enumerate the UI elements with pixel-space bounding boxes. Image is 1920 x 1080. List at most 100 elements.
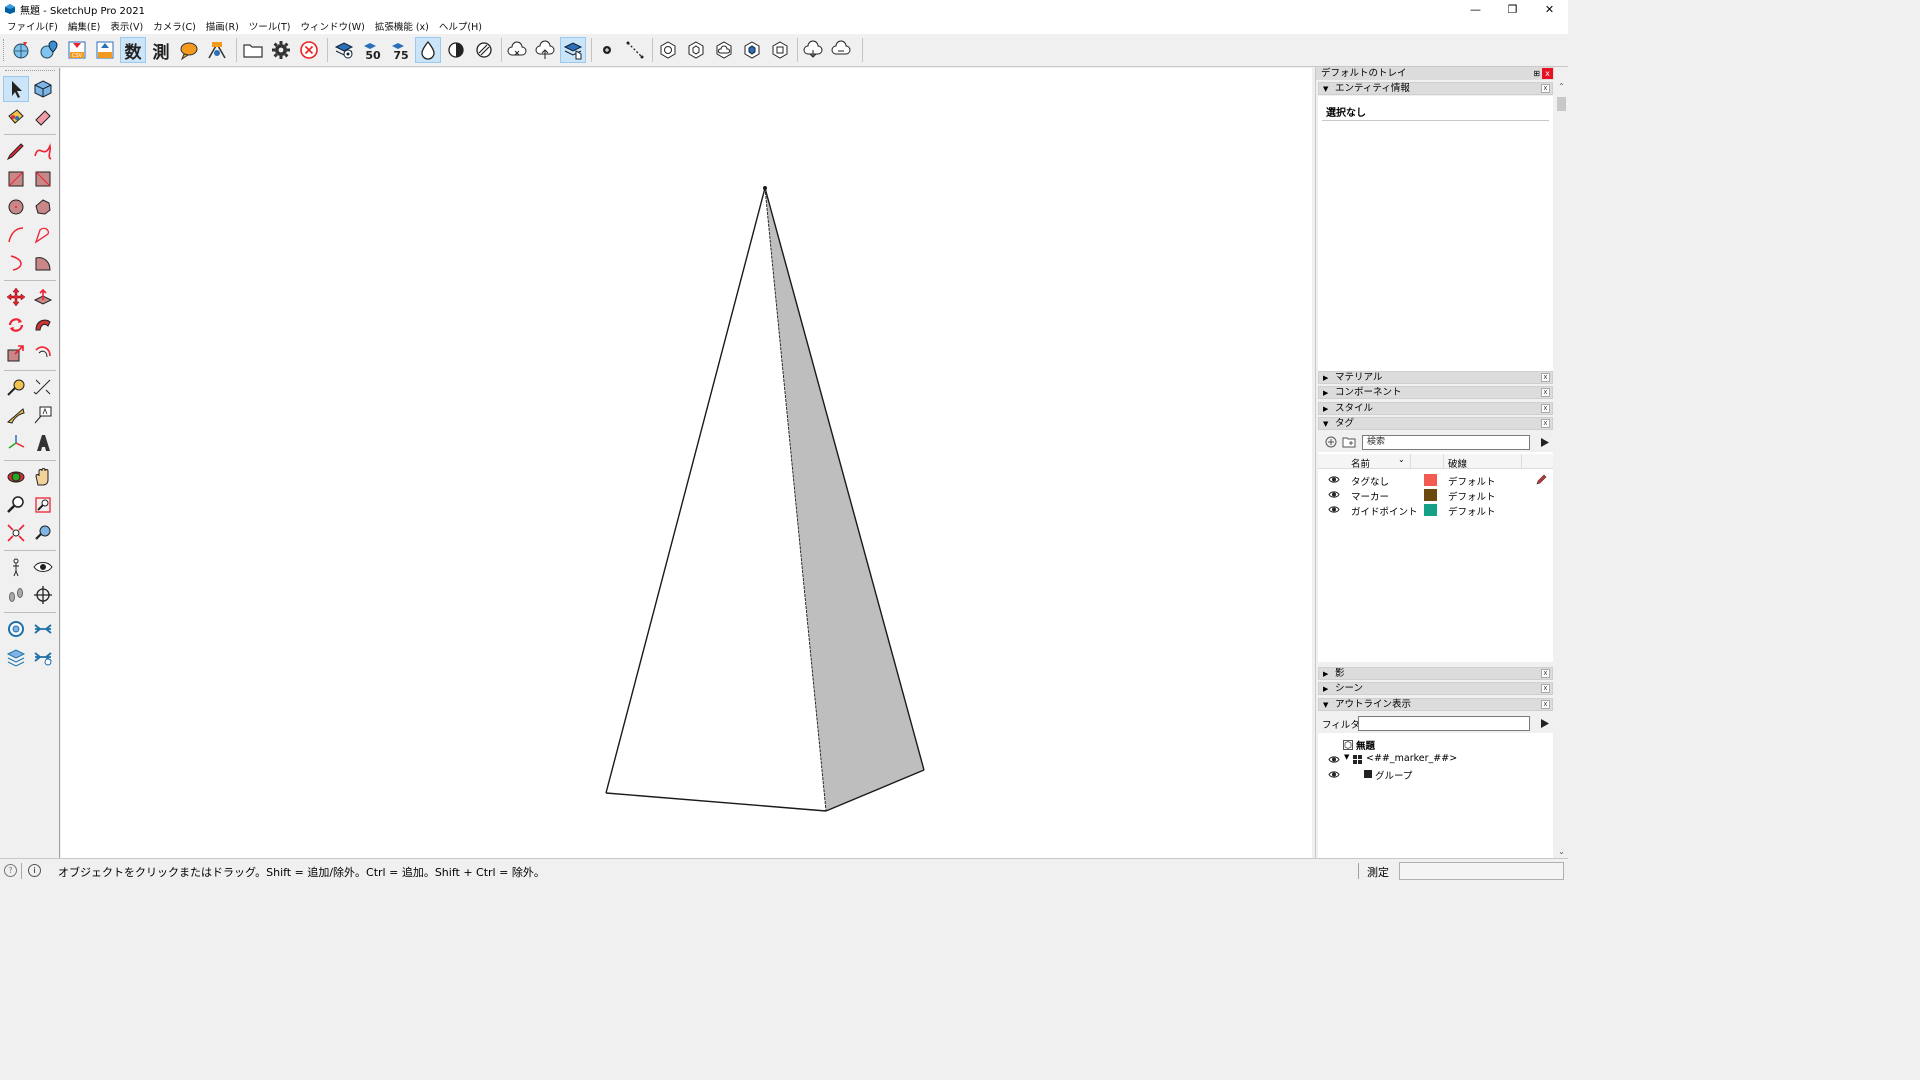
add-tag-icon[interactable]	[1325, 436, 1337, 448]
apex-marker-point[interactable]	[763, 186, 767, 190]
csv-export-button[interactable]	[92, 37, 118, 63]
tag-color-swatch[interactable]	[1424, 489, 1437, 501]
menu-draw[interactable]: 描画(R)	[201, 19, 244, 33]
geo-status-icon[interactable]: ?	[4, 864, 17, 877]
eraser-tool[interactable]	[30, 104, 56, 130]
panel-header-scenes[interactable]: ▶ シーン x	[1318, 682, 1553, 695]
pin-icon[interactable]: ⊞	[1533, 67, 1540, 80]
pie-tool[interactable]	[30, 250, 56, 276]
add-location-button[interactable]	[36, 37, 62, 63]
sandbox-tool-1[interactable]	[3, 616, 29, 642]
panel-close-icon[interactable]: x	[1541, 700, 1550, 709]
tag-search-input[interactable]: 検索	[1362, 435, 1530, 450]
info-icon[interactable]: i	[28, 864, 41, 877]
sandbox-tool-2[interactable]	[30, 616, 56, 642]
dimension-tool[interactable]	[30, 374, 56, 400]
opacity-50-button[interactable]: 50	[359, 37, 385, 63]
open-folder-button[interactable]	[240, 37, 266, 63]
add-tag-folder-icon[interactable]	[1342, 436, 1357, 448]
tag-visibility-button[interactable]	[331, 37, 357, 63]
section-plane-tool[interactable]	[30, 582, 56, 608]
toolbar-grip[interactable]	[3, 39, 6, 61]
rotated-rectangle-tool[interactable]	[30, 166, 56, 192]
outliner-group-row[interactable]: グループ	[1318, 767, 1553, 782]
menu-edit[interactable]: 編集(E)	[63, 19, 105, 33]
pan-tool[interactable]	[30, 464, 56, 490]
column-dash[interactable]: 破線	[1448, 456, 1467, 470]
panel-header-materials[interactable]: ▶ マテリアル x	[1318, 371, 1553, 384]
circle-tool[interactable]	[3, 194, 29, 220]
settings-button[interactable]	[268, 37, 294, 63]
eye-icon[interactable]	[1328, 505, 1340, 514]
panel-header-components[interactable]: ▶ コンポーネント x	[1318, 386, 1553, 399]
view-tool-1-button[interactable]	[655, 37, 681, 63]
panel-header-entity-info[interactable]: ▼ エンティティ情報 x	[1318, 82, 1553, 95]
panel-header-styles[interactable]: ▶ スタイル x	[1318, 402, 1553, 415]
walk-tool[interactable]	[3, 582, 29, 608]
tape-measure-tool[interactable]	[3, 374, 29, 400]
menu-extensions[interactable]: 拡張機能 (x)	[370, 19, 434, 33]
menu-file[interactable]: ファイル(F)	[2, 19, 63, 33]
outliner-marker-row[interactable]: ▼ <##_marker_##>	[1318, 752, 1553, 767]
opacity-75-button[interactable]: 75	[387, 37, 413, 63]
line-tool[interactable]	[3, 138, 29, 164]
zoom-tool[interactable]	[3, 492, 29, 518]
two-point-arc-tool[interactable]	[30, 222, 56, 248]
panel-close-icon[interactable]: x	[1541, 84, 1550, 93]
previous-view-tool[interactable]	[30, 520, 56, 546]
3d-text-tool[interactable]	[30, 430, 56, 456]
eye-icon[interactable]	[1328, 490, 1340, 499]
half-tone-button[interactable]	[443, 37, 469, 63]
cancel-button[interactable]	[296, 37, 322, 63]
panel-header-shadows[interactable]: ▶ 影 x	[1318, 667, 1553, 680]
sandbox-tool-3[interactable]	[3, 644, 29, 670]
model-viewport[interactable]	[61, 68, 1312, 858]
offset-tool[interactable]	[30, 340, 56, 366]
menu-camera[interactable]: カメラ(C)	[148, 19, 201, 33]
push-pull-tool[interactable]	[30, 284, 56, 310]
panel-close-icon[interactable]: x	[1541, 373, 1550, 382]
tag-color-swatch[interactable]	[1424, 504, 1437, 516]
menu-tools[interactable]: ツール(T)	[244, 19, 296, 33]
geo-location-button[interactable]	[8, 37, 34, 63]
eye-icon[interactable]	[1328, 770, 1340, 779]
close-button[interactable]: ✕	[1531, 0, 1568, 18]
pyramid-front-face[interactable]	[606, 188, 826, 811]
tag-row[interactable]: ガイドポイント デフォルト	[1318, 503, 1553, 518]
column-name[interactable]: 名前	[1351, 456, 1370, 470]
panel-close-icon[interactable]: x	[1541, 684, 1550, 693]
pyramid-model[interactable]	[61, 68, 1312, 858]
eye-icon[interactable]	[1328, 475, 1340, 484]
outliner-filter-input[interactable]	[1358, 716, 1530, 731]
tag-color-swatch[interactable]	[1424, 474, 1437, 486]
menu-view[interactable]: 表示(V)	[105, 19, 148, 33]
palette-grip[interactable]	[5, 70, 55, 73]
tray-scrollbar[interactable]: ⌃ ⌄	[1555, 80, 1568, 858]
position-camera-tool[interactable]	[3, 554, 29, 580]
pencil-icon[interactable]	[1536, 474, 1547, 485]
select-tool[interactable]	[3, 76, 29, 102]
rotate-tool[interactable]	[3, 312, 29, 338]
protractor-tool[interactable]	[3, 402, 29, 428]
view-tool-3-button[interactable]	[711, 37, 737, 63]
restore-button[interactable]: ❐	[1494, 0, 1531, 18]
menu-help[interactable]: ヘルプ(H)	[434, 19, 487, 33]
view-tool-2-button[interactable]	[683, 37, 709, 63]
three-point-arc-tool[interactable]	[3, 250, 29, 276]
measurements-input[interactable]	[1399, 862, 1564, 880]
zoom-extents-tool[interactable]	[3, 520, 29, 546]
tag-dash[interactable]: デフォルト	[1448, 504, 1496, 518]
panel-header-outliner[interactable]: ▼ アウトライン表示 x	[1318, 698, 1553, 711]
sandbox-tool-4[interactable]	[30, 644, 56, 670]
cloud-select-button[interactable]	[560, 37, 586, 63]
eye-icon[interactable]	[1328, 755, 1340, 764]
scroll-down-icon[interactable]: ⌄	[1555, 845, 1568, 858]
axes-tool[interactable]	[3, 430, 29, 456]
survey-tool-button[interactable]	[204, 37, 230, 63]
text-tool[interactable]	[30, 402, 56, 428]
measure-kanji-button[interactable]: 測	[148, 37, 174, 63]
panel-close-icon[interactable]: x	[1541, 419, 1550, 428]
numeric-input-button[interactable]: 数	[120, 37, 146, 63]
panel-close-icon[interactable]: x	[1541, 669, 1550, 678]
tag-dash[interactable]: デフォルト	[1448, 474, 1496, 488]
